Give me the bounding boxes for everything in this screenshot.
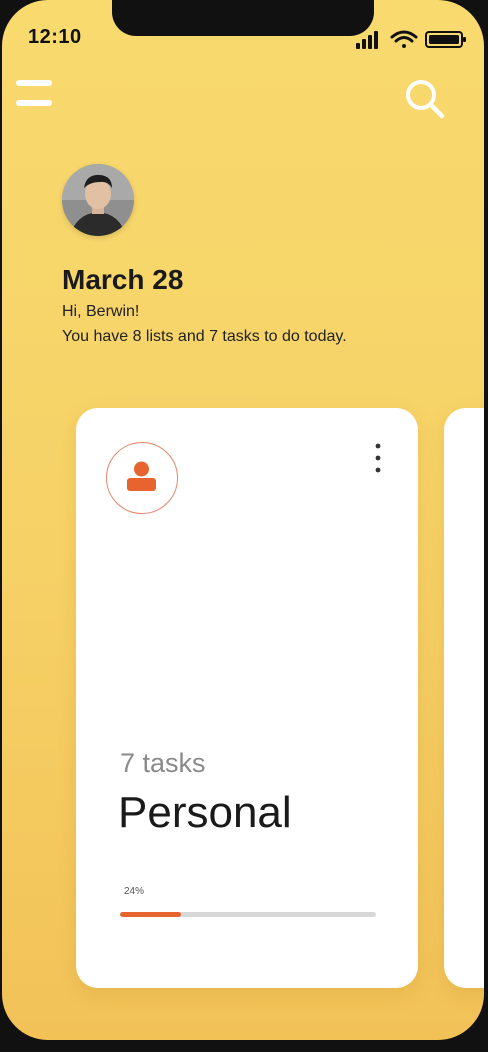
search-icon[interactable]: [402, 76, 448, 122]
progress-bar: [120, 912, 376, 917]
signal-icon: [356, 31, 378, 49]
card-icon-circle: [106, 442, 178, 514]
battery-icon: [425, 31, 466, 48]
greeting-hello: Hi, Berwin!: [62, 303, 140, 320]
avatar[interactable]: [62, 164, 134, 236]
progress-percent: 24%: [124, 886, 145, 897]
more-options-icon[interactable]: [366, 440, 390, 480]
task-list-card-next[interactable]: [444, 408, 484, 988]
greeting-summary: You have 8 lists and 7 tasks to do today…: [62, 328, 347, 345]
task-list-card-personal[interactable]: 7 tasks Personal 24%: [76, 408, 418, 988]
app-screen: 12:10 March 28 Hi, Berwin! You have 8 li…: [2, 0, 484, 1040]
phone-frame: 12:10 March 28 Hi, Berwin! You have 8 li…: [0, 0, 488, 1052]
status-time: 12:10: [28, 26, 82, 48]
greeting-date: March 28: [62, 264, 184, 295]
person-icon: [127, 461, 156, 491]
status-icons: [356, 30, 466, 49]
wifi-icon: [390, 30, 418, 48]
device-notch: [112, 0, 374, 36]
avatar-image: [62, 164, 134, 236]
task-count: 7 tasks: [120, 748, 206, 778]
progress-fill: [120, 912, 182, 917]
menu-icon[interactable]: [14, 76, 54, 110]
list-title: Personal: [118, 788, 292, 837]
